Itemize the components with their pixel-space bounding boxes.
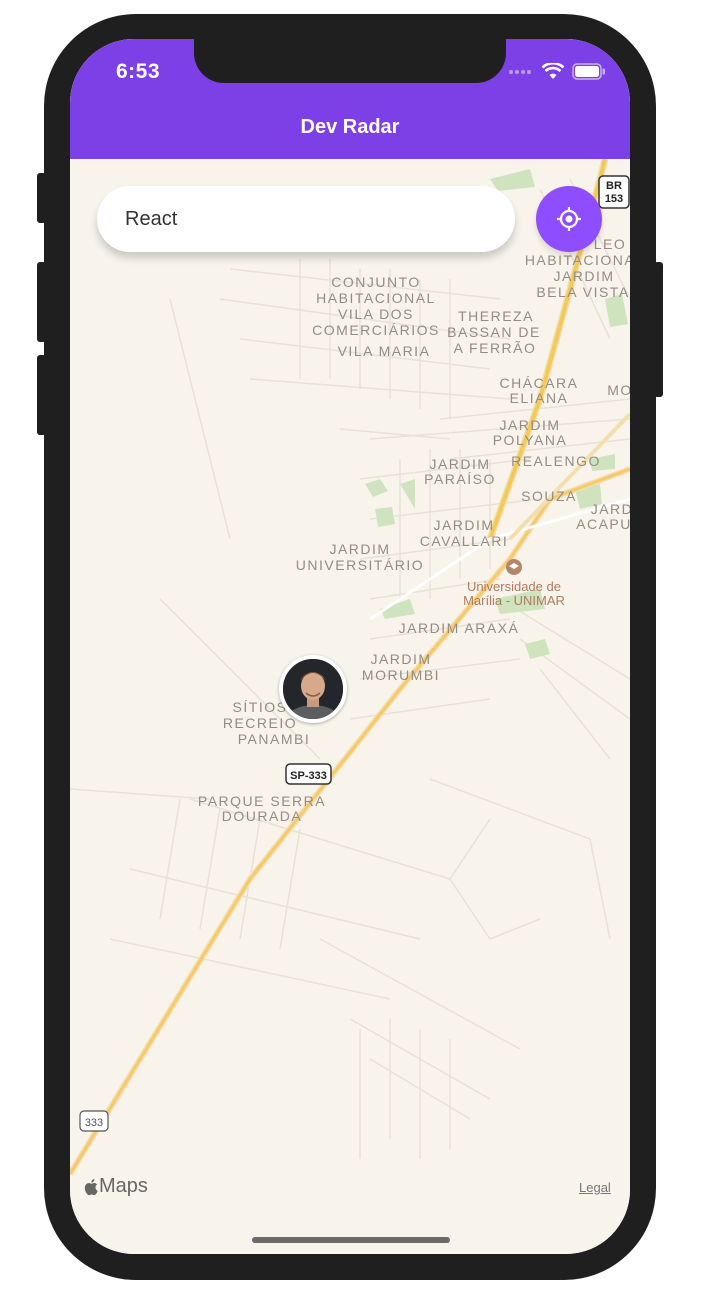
dev-avatar-marker[interactable]	[279, 655, 347, 723]
map-label: VILA MARIA	[338, 343, 431, 359]
map-label: LEO	[594, 236, 627, 252]
volume-down-button	[37, 355, 46, 435]
status-icons	[508, 63, 606, 80]
map-label: PANAMBI	[238, 731, 310, 747]
map-label: HABITACIONA	[525, 252, 630, 268]
svg-text:BR: BR	[606, 180, 622, 192]
map-label: POLYANA	[493, 432, 568, 448]
map-label: ELIANA	[510, 390, 569, 406]
map-label: MO	[607, 382, 630, 398]
map-label: THEREZA	[458, 308, 534, 324]
search-input[interactable]	[97, 186, 515, 252]
map-label: REALENGO	[511, 453, 601, 469]
map-label: CAVALLARI	[420, 533, 508, 549]
map-label: SOUZA	[521, 488, 577, 504]
map-label: JARDIM	[553, 268, 614, 284]
map-label: JARDIM	[370, 651, 431, 667]
map-label: JARDIM	[433, 517, 494, 533]
battery-icon	[572, 63, 605, 80]
poi-label: Universidade de	[467, 579, 561, 594]
legal-link[interactable]: Legal	[579, 1180, 611, 1195]
map-label: COMERCIÁRIOS	[312, 322, 440, 338]
screen: CONJUNTO HABITACIONAL VILA DOS COMERCIÁR…	[70, 39, 630, 1254]
svg-text:153: 153	[605, 193, 623, 205]
avatar	[283, 659, 343, 719]
wifi-icon	[542, 63, 564, 79]
silent-switch	[37, 173, 46, 223]
route-shield-br153: BR 153	[598, 175, 630, 209]
map-label: A FERRÃO	[454, 340, 537, 356]
poi-label: Marília - UNIMAR	[463, 593, 565, 608]
home-indicator[interactable]	[252, 1237, 450, 1243]
maps-attribution: Maps	[84, 1175, 148, 1198]
power-button	[654, 262, 663, 397]
signal-icon	[509, 69, 531, 74]
route-shield-333: 333	[79, 1110, 109, 1132]
map-label: HABITACIONAL	[316, 290, 436, 306]
map-label: ACAPU	[576, 516, 630, 532]
map-label: CHÁCARA	[500, 375, 579, 391]
locate-button[interactable]	[536, 186, 602, 252]
map-label: MORUMBI	[362, 667, 440, 683]
map-label: BASSAN DE	[447, 324, 541, 340]
status-time: 6:53	[116, 60, 161, 83]
map-label: JARD	[591, 501, 630, 517]
map-label: BELA VISTA	[536, 284, 629, 300]
svg-text:333: 333	[85, 1117, 103, 1129]
crosshair-icon	[557, 207, 581, 231]
apple-logo-icon	[84, 1178, 98, 1195]
map-label: DOURADA	[222, 808, 303, 824]
map-label: RECREIO	[223, 715, 297, 731]
app-header: 6:53 Dev Radar	[70, 39, 630, 159]
map-label: SÍTIOS	[233, 699, 288, 715]
map-label: JARDIM ARAXÁ	[399, 620, 520, 636]
route-shield-sp333: SP-333	[285, 763, 332, 785]
svg-text:SP-333: SP-333	[290, 770, 327, 782]
map-label: PARQUE SERRA	[198, 793, 326, 809]
maps-label: Maps	[99, 1175, 148, 1197]
page-title: Dev Radar	[300, 116, 400, 138]
map-label: UNIVERSITÁRIO	[296, 557, 424, 573]
notch	[194, 39, 506, 83]
map-label: JARDIM	[329, 541, 390, 557]
volume-up-button	[37, 262, 46, 342]
map-label: JARDIM	[429, 456, 490, 472]
map-label: CONJUNTO	[331, 274, 421, 290]
map-label: VILA DOS	[338, 306, 414, 322]
map-label: PARAÍSO	[424, 471, 496, 487]
map-label: JARDIM	[499, 417, 560, 433]
